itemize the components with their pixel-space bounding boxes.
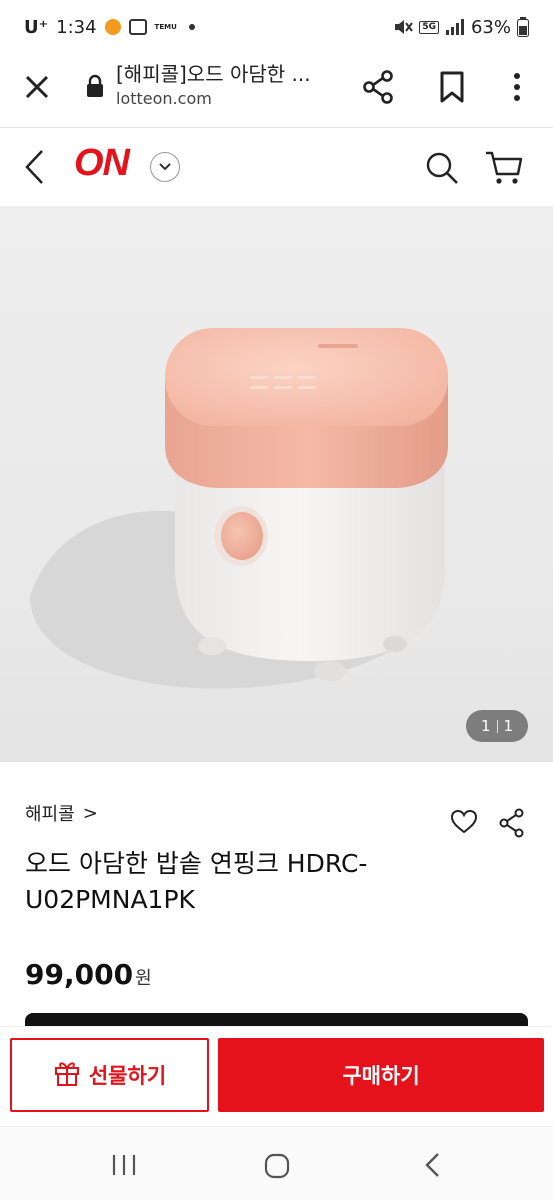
product-title: 오드 아담한 밥솥 연핑크 HDRC- U02PMNA1PK: [25, 846, 425, 918]
share-icon[interactable]: [362, 70, 394, 104]
carrier-label: U⁺: [24, 16, 49, 38]
more-notifications-icon: [188, 24, 195, 30]
chevron-right-icon: >: [82, 802, 98, 824]
price-row: 99,000 원: [25, 958, 152, 991]
heart-icon[interactable]: [450, 808, 478, 836]
site-logo[interactable]: ON: [74, 142, 130, 185]
status-left: U⁺ 1:34 TEMU: [24, 17, 195, 38]
app-notification-icon: [104, 19, 121, 35]
site-header: ON: [0, 128, 553, 206]
price-currency: 원: [135, 968, 152, 989]
share-icon[interactable]: [498, 808, 526, 838]
product-title-line: U02PMNA1PK: [25, 885, 195, 914]
gift-button-label: 선물하기: [88, 1064, 167, 1088]
image-counter-current: 1: [480, 717, 491, 735]
status-bar: U⁺ 1:34 TEMU 5G 63%: [0, 0, 553, 54]
network-badge: 5G: [419, 20, 439, 34]
gallery-notification-icon: [128, 19, 147, 35]
image-counter: 1 1: [466, 710, 528, 742]
buy-button[interactable]: 구매하기: [218, 1038, 544, 1112]
close-icon[interactable]: [22, 72, 52, 102]
purchase-action-bar: 선물하기 구매하기: [0, 1026, 553, 1126]
buy-button-label: 구매하기: [342, 1064, 420, 1088]
status-time: 1:34: [56, 16, 97, 38]
rice-cooker-illustration: [30, 328, 448, 689]
image-counter-total: 1: [503, 717, 514, 735]
gift-icon: [53, 1059, 81, 1092]
bookmark-icon[interactable]: [438, 70, 466, 104]
address-bar[interactable]: [해피콜]오드 아담한 ... lotteon.com: [116, 60, 346, 110]
temu-notification-icon: TEMU: [154, 23, 177, 31]
more-vertical-icon[interactable]: [506, 70, 528, 104]
system-navigation-bar: [0, 1126, 553, 1200]
back-icon[interactable]: [422, 1151, 444, 1179]
counter-divider: [496, 719, 498, 733]
search-icon[interactable]: [424, 150, 460, 186]
page-domain: lotteon.com: [116, 89, 212, 108]
recent-apps-icon[interactable]: [110, 1153, 138, 1177]
status-right: 5G 63%: [393, 17, 529, 38]
brand-name: 해피콜: [25, 804, 75, 825]
product-title-line: 오드 아담한 밥솥 연핑크 HDRC-: [25, 849, 368, 878]
brand-link[interactable]: 해피콜 >: [25, 800, 98, 826]
gift-button[interactable]: 선물하기: [10, 1038, 209, 1112]
battery-percent: 63%: [470, 16, 511, 38]
cart-icon[interactable]: [484, 150, 524, 186]
product-image-gallery[interactable]: 1 1: [0, 206, 553, 762]
home-icon[interactable]: [264, 1153, 290, 1179]
product-price: 99,000: [25, 958, 134, 991]
chevron-left-icon[interactable]: [22, 148, 48, 186]
page-title: [해피콜]오드 아담한 ...: [116, 62, 311, 86]
mute-icon: [393, 18, 414, 36]
signal-icon: [445, 18, 465, 36]
browser-toolbar: [해피콜]오드 아담한 ... lotteon.com: [0, 54, 553, 128]
lock-icon[interactable]: [86, 74, 104, 98]
battery-icon: [517, 17, 529, 37]
chevron-down-icon[interactable]: [150, 152, 180, 182]
